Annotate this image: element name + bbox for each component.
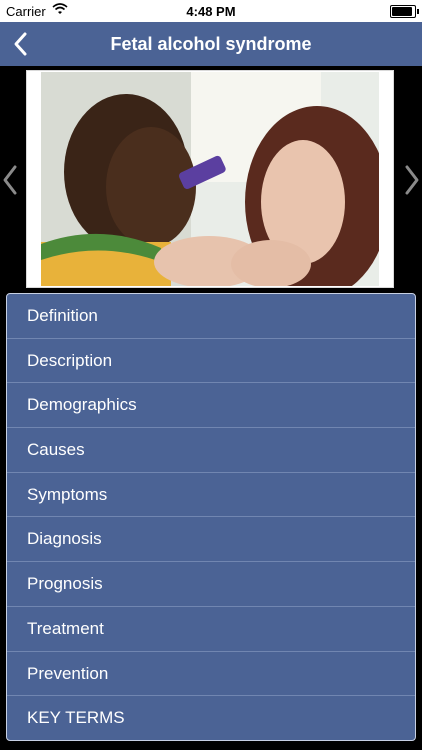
menu-item-prognosis[interactable]: Prognosis bbox=[7, 562, 415, 607]
photo-frame bbox=[26, 70, 394, 288]
status-bar: Carrier 4:48 PM bbox=[0, 0, 422, 22]
previous-image-icon[interactable] bbox=[2, 164, 18, 196]
menu-item-causes[interactable]: Causes bbox=[7, 428, 415, 473]
menu-item-treatment[interactable]: Treatment bbox=[7, 607, 415, 652]
menu-item-key-terms[interactable]: KEY TERMS bbox=[7, 696, 415, 740]
battery-icon bbox=[390, 5, 419, 18]
status-time: 4:48 PM bbox=[186, 4, 236, 19]
article-photo[interactable] bbox=[41, 72, 379, 286]
menu-item-diagnosis[interactable]: Diagnosis bbox=[7, 517, 415, 563]
next-image-icon[interactable] bbox=[404, 164, 420, 196]
page-title: Fetal alcohol syndrome bbox=[110, 34, 312, 54]
navigation-bar: Fetal alcohol syndrome bbox=[0, 22, 422, 66]
image-gallery bbox=[0, 66, 422, 296]
section-menu: Definition Description Demographics Caus… bbox=[6, 293, 416, 741]
menu-item-demographics[interactable]: Demographics bbox=[7, 383, 415, 429]
menu-item-definition[interactable]: Definition bbox=[7, 294, 415, 339]
menu-item-description[interactable]: Description bbox=[7, 339, 415, 384]
menu-item-symptoms[interactable]: Symptoms bbox=[7, 473, 415, 518]
menu-item-prevention[interactable]: Prevention bbox=[7, 652, 415, 697]
